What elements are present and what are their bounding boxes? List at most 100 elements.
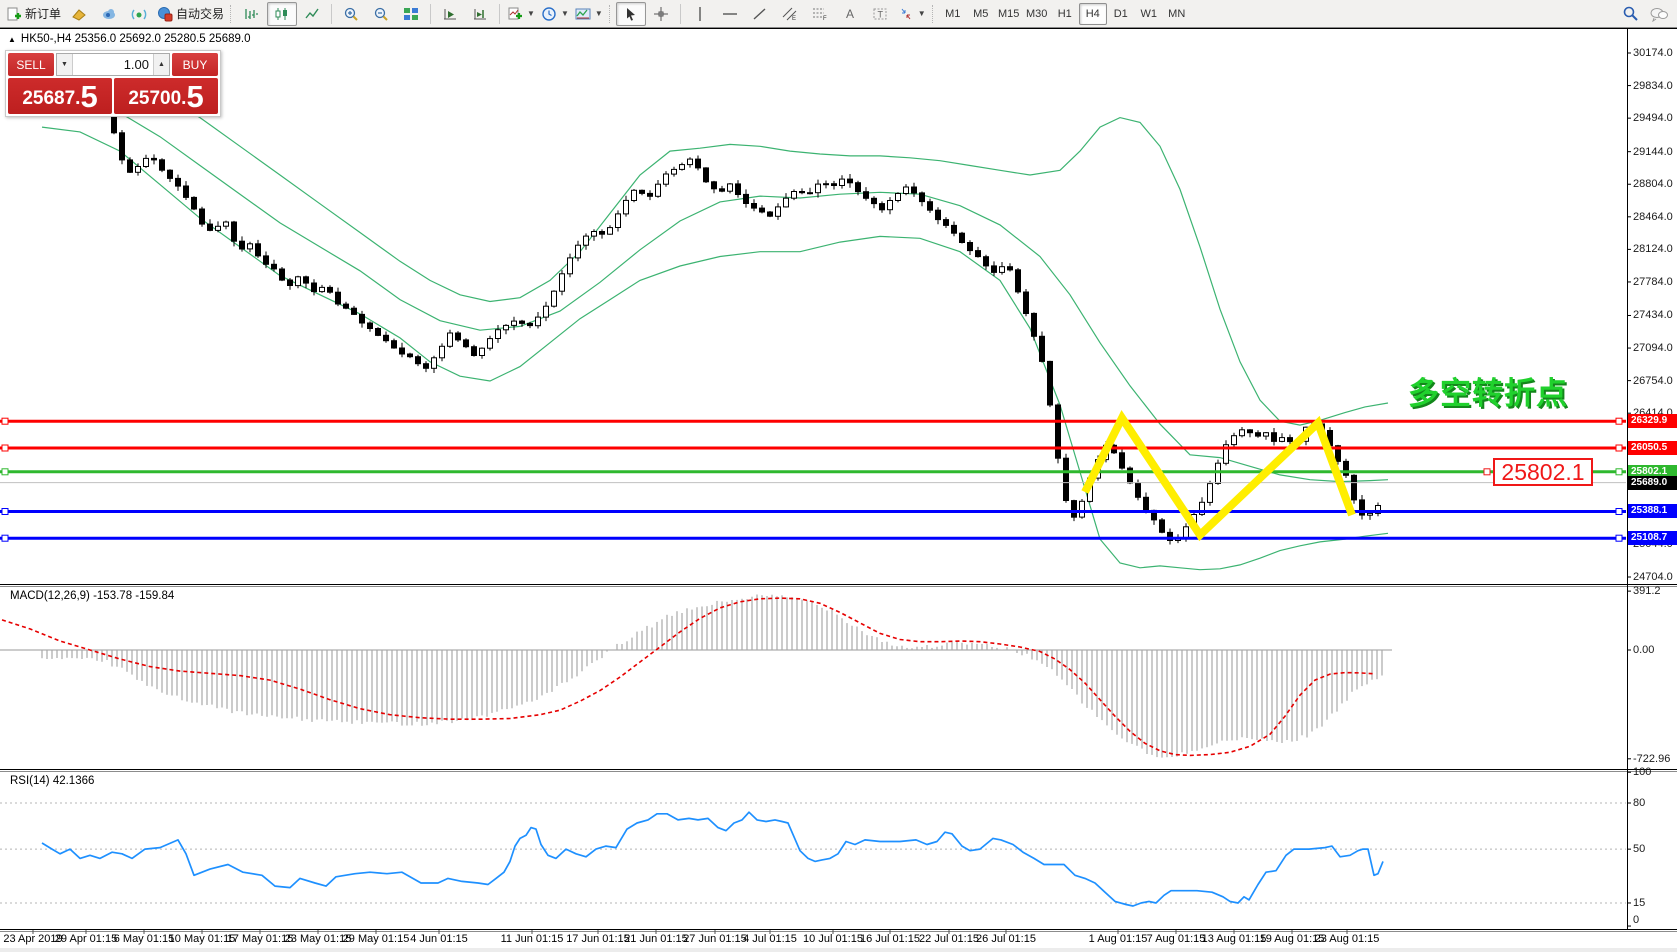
vertical-line-tool-button[interactable] xyxy=(685,2,715,26)
bar-chart-icon xyxy=(244,6,260,22)
cursor-tool-button[interactable] xyxy=(616,2,646,26)
candlestick-chart-button[interactable] xyxy=(267,2,297,26)
candle xyxy=(760,208,765,212)
bollinger-lower-band xyxy=(42,127,1388,570)
line-handle[interactable] xyxy=(2,418,8,424)
trendline-icon xyxy=(752,6,768,22)
timeframe-m15-button[interactable]: M15 xyxy=(995,3,1023,25)
main-toolbar: 新订单 自动交易 xyxy=(0,0,1677,28)
chart-window[interactable]: ▲ HK50-,H4 25356.0 25692.0 25280.5 25689… xyxy=(0,28,1677,952)
timeframe-m1-button[interactable]: M1 xyxy=(939,3,967,25)
candle xyxy=(448,333,453,346)
bar-chart-button[interactable] xyxy=(237,2,267,26)
candle xyxy=(256,244,261,256)
zoom-in-button[interactable] xyxy=(336,2,366,26)
line-handle[interactable] xyxy=(1616,418,1622,424)
equidistant-channel-icon: E xyxy=(782,6,798,22)
line-handle[interactable] xyxy=(1616,535,1622,541)
hline-price-label: 26050.5 xyxy=(1628,441,1677,455)
periods-button[interactable]: ▼ xyxy=(538,2,572,26)
zoom-out-button[interactable] xyxy=(366,2,396,26)
templates-button[interactable]: ▼ xyxy=(572,2,606,26)
line-handle[interactable] xyxy=(2,445,8,451)
price-tick-label: 27094.0 xyxy=(1633,342,1673,354)
one-click-toggle-icon[interactable]: ▲ xyxy=(8,35,16,44)
hline-price-label: 26329.9 xyxy=(1628,414,1677,428)
chart-canvas[interactable] xyxy=(0,28,1677,952)
line-handle[interactable] xyxy=(1616,509,1622,515)
equidistant-channel-tool-button[interactable]: E xyxy=(775,2,805,26)
volume-value[interactable]: 1.00 xyxy=(73,54,153,75)
crosshair-tool-button[interactable] xyxy=(646,2,676,26)
line-handle[interactable] xyxy=(1616,445,1622,451)
chat-icon[interactable] xyxy=(1649,6,1669,22)
candle xyxy=(512,321,517,325)
svg-text:T: T xyxy=(877,9,883,19)
price-callout-box[interactable]: 25802.1 xyxy=(1493,458,1593,486)
text-tool-button[interactable]: A xyxy=(835,2,865,26)
fibonacci-tool-button[interactable]: F xyxy=(805,2,835,26)
sell-button[interactable]: SELL xyxy=(8,53,54,76)
chart-shift-button[interactable] xyxy=(465,2,495,26)
signals-icon xyxy=(131,6,147,22)
text-label-tool-button[interactable]: T xyxy=(865,2,895,26)
chart-shift-icon xyxy=(472,6,488,22)
timeframe-h4-button[interactable]: H4 xyxy=(1079,3,1107,25)
cloud-button[interactable] xyxy=(94,2,124,26)
candle xyxy=(1040,336,1045,361)
candle xyxy=(392,341,397,348)
volume-increase-button[interactable]: ▲ xyxy=(153,54,169,75)
line-handle[interactable] xyxy=(2,469,8,475)
date-tick-label: 23 Aug 01:15 xyxy=(1315,933,1380,945)
candle xyxy=(936,210,941,219)
candle xyxy=(440,346,445,358)
candle xyxy=(1144,497,1149,510)
horizontal-line-tool-button[interactable] xyxy=(715,2,745,26)
new-order-button[interactable]: 新订单 xyxy=(3,2,64,26)
timeframe-d1-button[interactable]: D1 xyxy=(1107,3,1135,25)
candle xyxy=(480,348,485,355)
candle xyxy=(640,190,645,193)
svg-text:A: A xyxy=(846,7,854,21)
candle xyxy=(504,325,509,329)
candle xyxy=(888,201,893,210)
candle xyxy=(1016,270,1021,292)
date-tick-label: 10 Jul 01:15 xyxy=(803,933,863,945)
candle xyxy=(456,333,461,340)
date-tick-label: 27 Jun 01:15 xyxy=(683,933,747,945)
buy-button[interactable]: BUY xyxy=(172,53,218,76)
indicators-icon xyxy=(507,6,523,22)
tile-windows-button[interactable] xyxy=(396,2,426,26)
expert-advisors-button[interactable] xyxy=(64,2,94,26)
callout-handle[interactable] xyxy=(1484,469,1490,475)
candle xyxy=(464,340,469,347)
arrows-tool-button[interactable]: ▼ xyxy=(895,2,929,26)
price-tick-label: 29144.0 xyxy=(1633,146,1673,158)
line-handle[interactable] xyxy=(1616,469,1622,475)
timeframe-m5-button[interactable]: M5 xyxy=(967,3,995,25)
sell-price-button[interactable]: 25687.5 xyxy=(8,78,112,114)
chevron-down-icon: ▼ xyxy=(561,9,569,18)
indicators-button[interactable]: ▼ xyxy=(504,2,538,26)
timeframe-h1-button[interactable]: H1 xyxy=(1051,3,1079,25)
timeframe-mn-button[interactable]: MN xyxy=(1163,3,1191,25)
line-handle[interactable] xyxy=(2,509,8,515)
line-handle[interactable] xyxy=(2,535,8,541)
turning-point-annotation[interactable]: 多空转折点 xyxy=(1408,368,1568,413)
candle xyxy=(864,192,869,199)
signals-button[interactable] xyxy=(124,2,154,26)
line-chart-button[interactable] xyxy=(297,2,327,26)
trendline-tool-button[interactable] xyxy=(745,2,775,26)
timeframe-m30-button[interactable]: M30 xyxy=(1023,3,1051,25)
search-icon[interactable] xyxy=(1622,5,1639,22)
auto-scroll-button[interactable] xyxy=(435,2,465,26)
buy-price-button[interactable]: 25700.5 xyxy=(114,78,218,114)
candle xyxy=(200,209,205,224)
candle xyxy=(824,184,829,185)
candle xyxy=(840,179,845,185)
candle xyxy=(128,160,133,172)
candle xyxy=(1232,436,1237,445)
timeframe-w1-button[interactable]: W1 xyxy=(1135,3,1163,25)
autotrading-button[interactable]: 自动交易 xyxy=(154,2,227,26)
volume-decrease-button[interactable]: ▼ xyxy=(57,54,73,75)
